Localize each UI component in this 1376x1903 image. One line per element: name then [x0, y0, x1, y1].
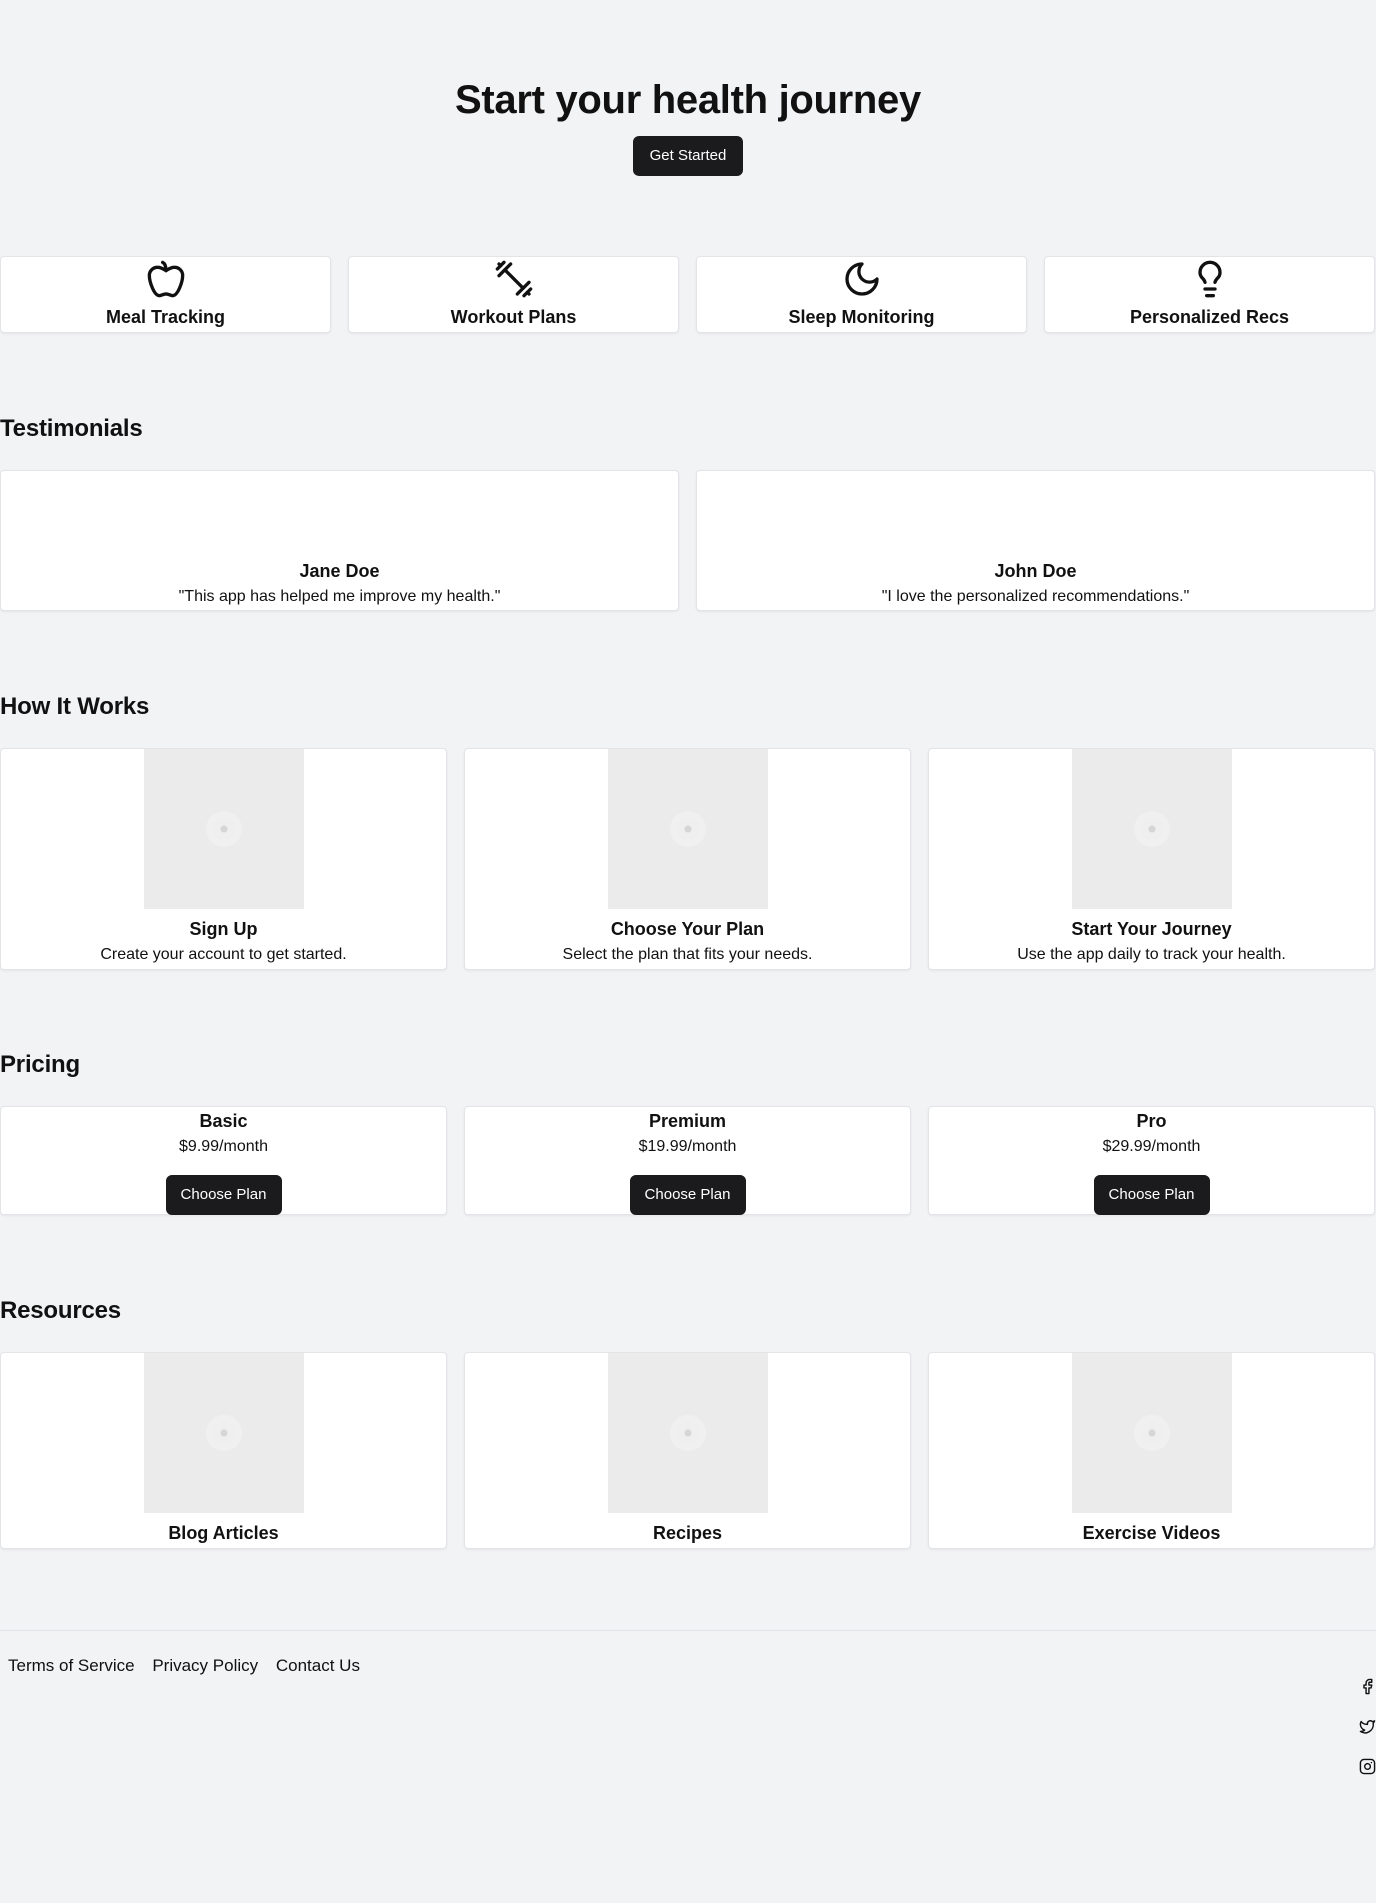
dumbbell-icon [495, 260, 532, 298]
apple-icon [147, 260, 184, 298]
step-title: Sign Up [189, 919, 258, 939]
loading-icon [1133, 811, 1170, 847]
testimonial-quote: "I love the personalized recommendations… [881, 588, 1190, 605]
how-it-works-heading: How It Works [0, 693, 150, 720]
feature-card-sleep-monitoring[interactable]: Sleep Monitoring [696, 256, 1027, 333]
testimonial-name: Jane Doe [299, 561, 380, 581]
step-title: Choose Your Plan [610, 919, 765, 939]
plan-name: Basic [199, 1111, 248, 1131]
step-description: Create your account to get started. [100, 946, 347, 963]
testimonial-card: John Doe "I love the personalized recomm… [696, 470, 1375, 611]
pricing-card-basic: Basic $9.99/month Choose Plan [0, 1106, 447, 1215]
footer-divider [0, 1630, 1376, 1631]
loading-icon [205, 1415, 242, 1451]
loading-icon [669, 811, 706, 847]
testimonial-quote: "This app has helped me improve my healt… [178, 588, 501, 605]
step-description: Select the plan that fits your needs. [562, 946, 813, 963]
plan-name: Premium [648, 1111, 727, 1131]
resource-card-exercise-videos[interactable]: Exercise Videos [928, 1352, 1375, 1549]
feature-label: Sleep Monitoring [788, 307, 935, 327]
resource-title: Exercise Videos [1082, 1523, 1221, 1543]
lightbulb-icon [1197, 260, 1222, 298]
step-description: Use the app daily to track your health. [1017, 946, 1286, 963]
loading-icon [205, 811, 242, 847]
feature-card-personalized-recs[interactable]: Personalized Recs [1044, 256, 1375, 333]
choose-plan-button[interactable]: Choose Plan [629, 1175, 746, 1215]
hero-section: Start your health journey Get Started [0, 76, 1376, 176]
feature-label: Personalized Recs [1129, 307, 1290, 327]
pricing-card-premium: Premium $19.99/month Choose Plan [464, 1106, 911, 1215]
image-placeholder [1071, 1353, 1232, 1513]
feature-label: Meal Tracking [105, 307, 226, 327]
terms-of-service-link[interactable]: Terms of Service [8, 1656, 135, 1675]
image-placeholder [607, 1353, 768, 1513]
choose-plan-button[interactable]: Choose Plan [165, 1175, 282, 1215]
resources-heading: Resources [0, 1297, 121, 1324]
resource-card-blog-articles[interactable]: Blog Articles [0, 1352, 447, 1549]
get-started-button[interactable]: Get Started [633, 136, 743, 176]
resource-title: Recipes [652, 1523, 723, 1543]
plan-price: $9.99/month [179, 1138, 268, 1155]
instagram-icon[interactable] [1359, 1758, 1376, 1775]
pricing-heading: Pricing [0, 1051, 80, 1078]
moon-icon [844, 262, 879, 296]
resource-title: Blog Articles [168, 1523, 279, 1543]
feature-card-meal-tracking[interactable]: Meal Tracking [0, 256, 331, 333]
loading-icon [669, 1415, 706, 1451]
step-title: Start Your Journey [1071, 919, 1232, 939]
privacy-policy-link[interactable]: Privacy Policy [152, 1656, 258, 1675]
testimonial-name: John Doe [994, 561, 1077, 581]
footer-links: Terms of Service Privacy Policy Contact … [8, 1656, 373, 1676]
testimonial-card: Jane Doe "This app has helped me improve… [0, 470, 679, 611]
feature-card-workout-plans[interactable]: Workout Plans [348, 256, 679, 333]
resource-card-recipes[interactable]: Recipes [464, 1352, 911, 1549]
plan-price: $19.99/month [638, 1138, 737, 1155]
loading-icon [1133, 1415, 1170, 1451]
plan-price: $29.99/month [1102, 1138, 1201, 1155]
image-placeholder [143, 1353, 304, 1513]
step-card-sign-up: Sign Up Create your account to get start… [0, 748, 447, 970]
image-placeholder [143, 749, 304, 909]
plan-name: Pro [1136, 1111, 1167, 1131]
contact-us-link[interactable]: Contact Us [276, 1656, 360, 1675]
image-placeholder [607, 749, 768, 909]
image-placeholder [1071, 749, 1232, 909]
choose-plan-button[interactable]: Choose Plan [1093, 1175, 1210, 1215]
step-card-start-journey: Start Your Journey Use the app daily to … [928, 748, 1375, 970]
twitter-icon[interactable] [1359, 1718, 1376, 1735]
landing-page: Start your health journey Get Started Me… [0, 0, 1376, 1903]
step-card-choose-plan: Choose Your Plan Select the plan that fi… [464, 748, 911, 970]
facebook-icon[interactable] [1359, 1678, 1376, 1695]
hero-title: Start your health journey [455, 78, 921, 122]
testimonials-heading: Testimonials [0, 415, 143, 442]
feature-label: Workout Plans [450, 307, 577, 327]
pricing-card-pro: Pro $29.99/month Choose Plan [928, 1106, 1375, 1215]
